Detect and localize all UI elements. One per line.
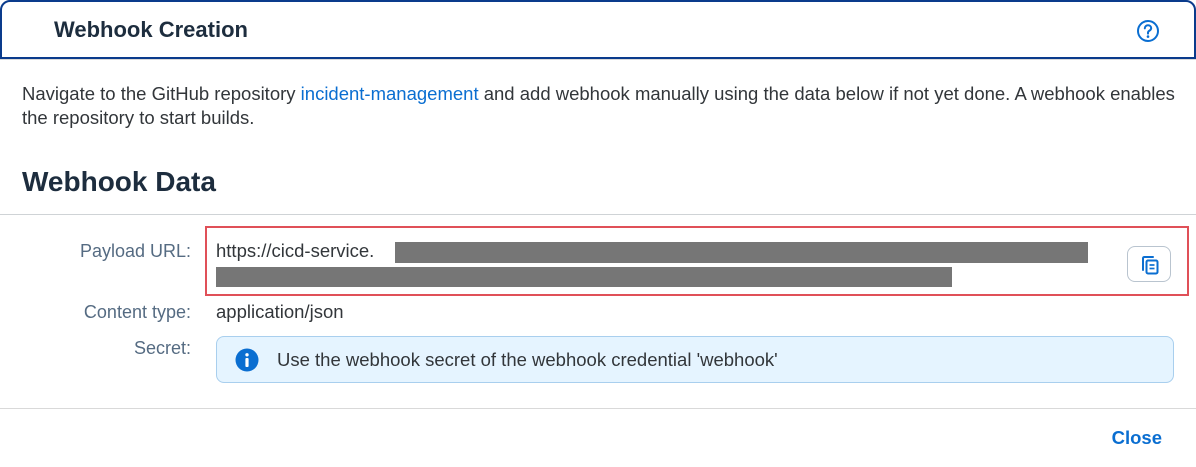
webhook-creation-dialog: Webhook Creation Navigate to the GitHub … <box>0 0 1196 467</box>
section-title: Webhook Data <box>22 166 216 197</box>
content-type-value: application/json <box>216 301 344 322</box>
footer-divider <box>0 408 1196 409</box>
dialog-header: Webhook Creation <box>0 0 1196 59</box>
dialog-title: Webhook Creation <box>54 17 248 42</box>
repository-link[interactable]: incident-management <box>301 83 479 104</box>
copy-url-button[interactable] <box>1127 246 1171 282</box>
header-divider <box>0 59 1196 60</box>
payload-url-label: Payload URL: <box>79 241 191 261</box>
intro-text-start: Navigate to the GitHub repository <box>22 83 301 104</box>
secret-label: Secret: <box>133 338 191 358</box>
payload-url-highlight: https://cicd-service. <box>205 226 1189 296</box>
secret-info-strip: Use the webhook secret of the webhook cr… <box>216 336 1174 383</box>
content-type-label: Content type: <box>83 302 191 322</box>
info-icon <box>235 348 259 377</box>
payload-url-value: https://cicd-service. <box>216 240 375 261</box>
intro-text: Navigate to the GitHub repository incide… <box>22 82 1182 130</box>
redaction-bar <box>216 267 952 287</box>
secret-info-message: Use the webhook secret of the webhook cr… <box>277 349 778 370</box>
redaction-bar <box>395 242 1088 263</box>
close-button[interactable]: Close <box>1112 427 1162 449</box>
help-icon[interactable] <box>1136 19 1160 43</box>
section-divider <box>0 214 1196 215</box>
